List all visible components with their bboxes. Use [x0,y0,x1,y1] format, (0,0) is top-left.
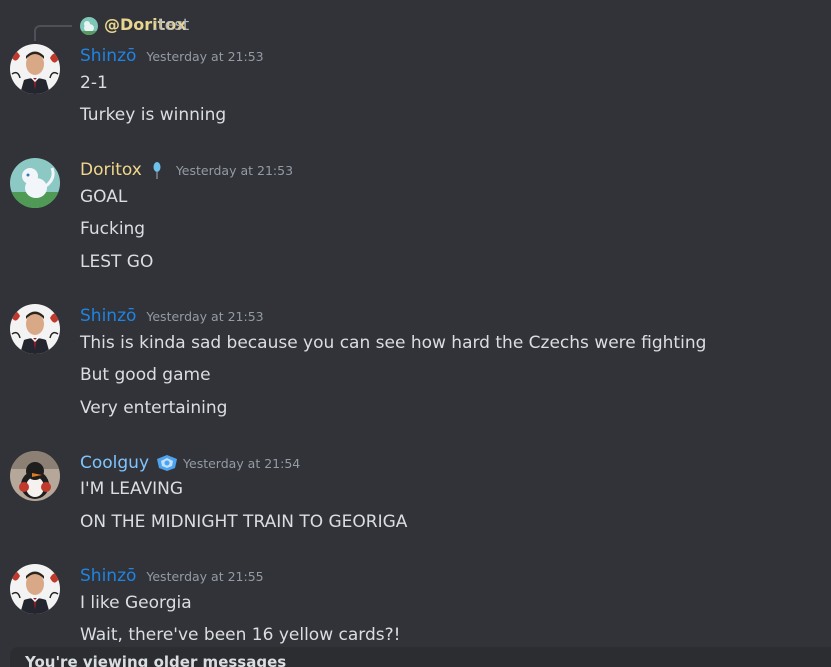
chat-messages-pane[interactable]: @Doritox :test Shinzō Yesterday at 21:53… [0,0,831,667]
reply-avatar [80,17,98,35]
reply-preview[interactable]: @Doritox :test [0,0,831,46]
message-text[interactable]: Wait, there've been 16 yellow cards?! [80,624,400,646]
message-header: Shinzō Yesterday at 21:53 [80,45,264,67]
avatar[interactable] [10,44,60,94]
message-text[interactable]: ON THE MIDNIGHT TRAIN TO GEORIGA [80,511,407,533]
username[interactable]: Coolguy [80,452,149,474]
message-text[interactable]: LEST GO [80,251,153,273]
reply-connector-line [34,25,72,41]
message-header: Doritox Yesterday at 21:53 [80,159,293,181]
message-text[interactable]: This is kinda sad because you can see ho… [80,332,706,354]
message-text[interactable]: Turkey is winning [80,104,226,126]
message-text[interactable]: Fucking [80,218,145,240]
avatar[interactable] [10,158,60,208]
username[interactable]: Doritox [80,159,142,181]
balloon-icon[interactable] [148,161,166,179]
timestamp: Yesterday at 21:53 [175,163,294,178]
username[interactable]: Shinzō [80,565,136,587]
timestamp: Yesterday at 21:54 [183,456,301,471]
avatar[interactable] [10,564,60,614]
message-text[interactable]: 2-1 [80,72,108,94]
nitro-icon[interactable] [155,454,179,472]
timestamp: Yesterday at 21:55 [146,569,264,584]
timestamp: Yesterday at 21:53 [146,49,264,64]
message-header: Coolguy Yesterday at 21:54 [80,452,300,474]
username[interactable]: Shinzō [80,305,136,327]
avatar[interactable] [10,451,60,501]
message-text[interactable]: But good game [80,364,211,386]
username[interactable]: Shinzō [80,45,136,67]
reply-message-text[interactable]: :test [153,14,189,36]
older-messages-banner[interactable]: You're viewing older messages [10,647,831,667]
message-text[interactable]: GOAL [80,186,127,208]
message-text[interactable]: I like Georgia [80,592,192,614]
avatar[interactable] [10,304,60,354]
older-messages-text: You're viewing older messages [25,653,287,667]
message-header: Shinzō Yesterday at 21:55 [80,565,264,587]
message-header: Shinzō Yesterday at 21:53 [80,305,264,327]
message-text[interactable]: I'M LEAVING [80,478,183,500]
timestamp: Yesterday at 21:53 [146,309,264,324]
message-text[interactable]: Very entertaining [80,397,227,419]
